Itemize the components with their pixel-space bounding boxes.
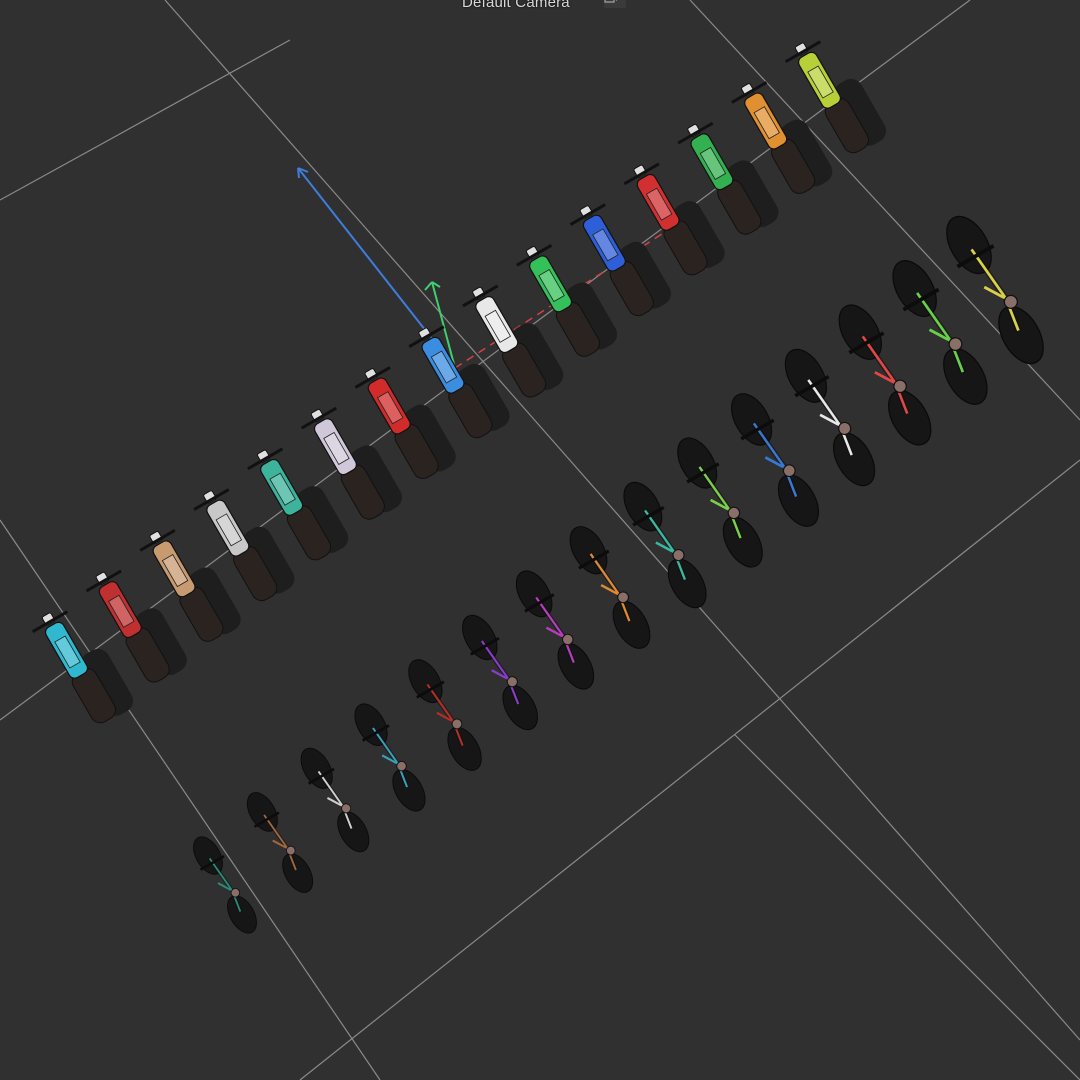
bicycle[interactable] (347, 697, 434, 817)
scene-viewport[interactable]: Default Camera (0, 0, 1080, 1080)
bicycle[interactable] (614, 475, 716, 615)
bicycle[interactable] (454, 608, 547, 736)
bicycle[interactable] (561, 519, 660, 655)
bicycle[interactable] (507, 564, 603, 696)
camera-label[interactable]: Default Camera (462, 0, 570, 11)
camera-options-icon[interactable] (604, 0, 626, 8)
bicycle[interactable] (293, 742, 377, 858)
bicycle[interactable] (400, 653, 490, 777)
camera-options-glyph (604, 0, 617, 3)
bicycle[interactable] (240, 787, 321, 899)
bicycle[interactable] (186, 831, 264, 939)
vehicle-collection (31, 40, 1044, 939)
